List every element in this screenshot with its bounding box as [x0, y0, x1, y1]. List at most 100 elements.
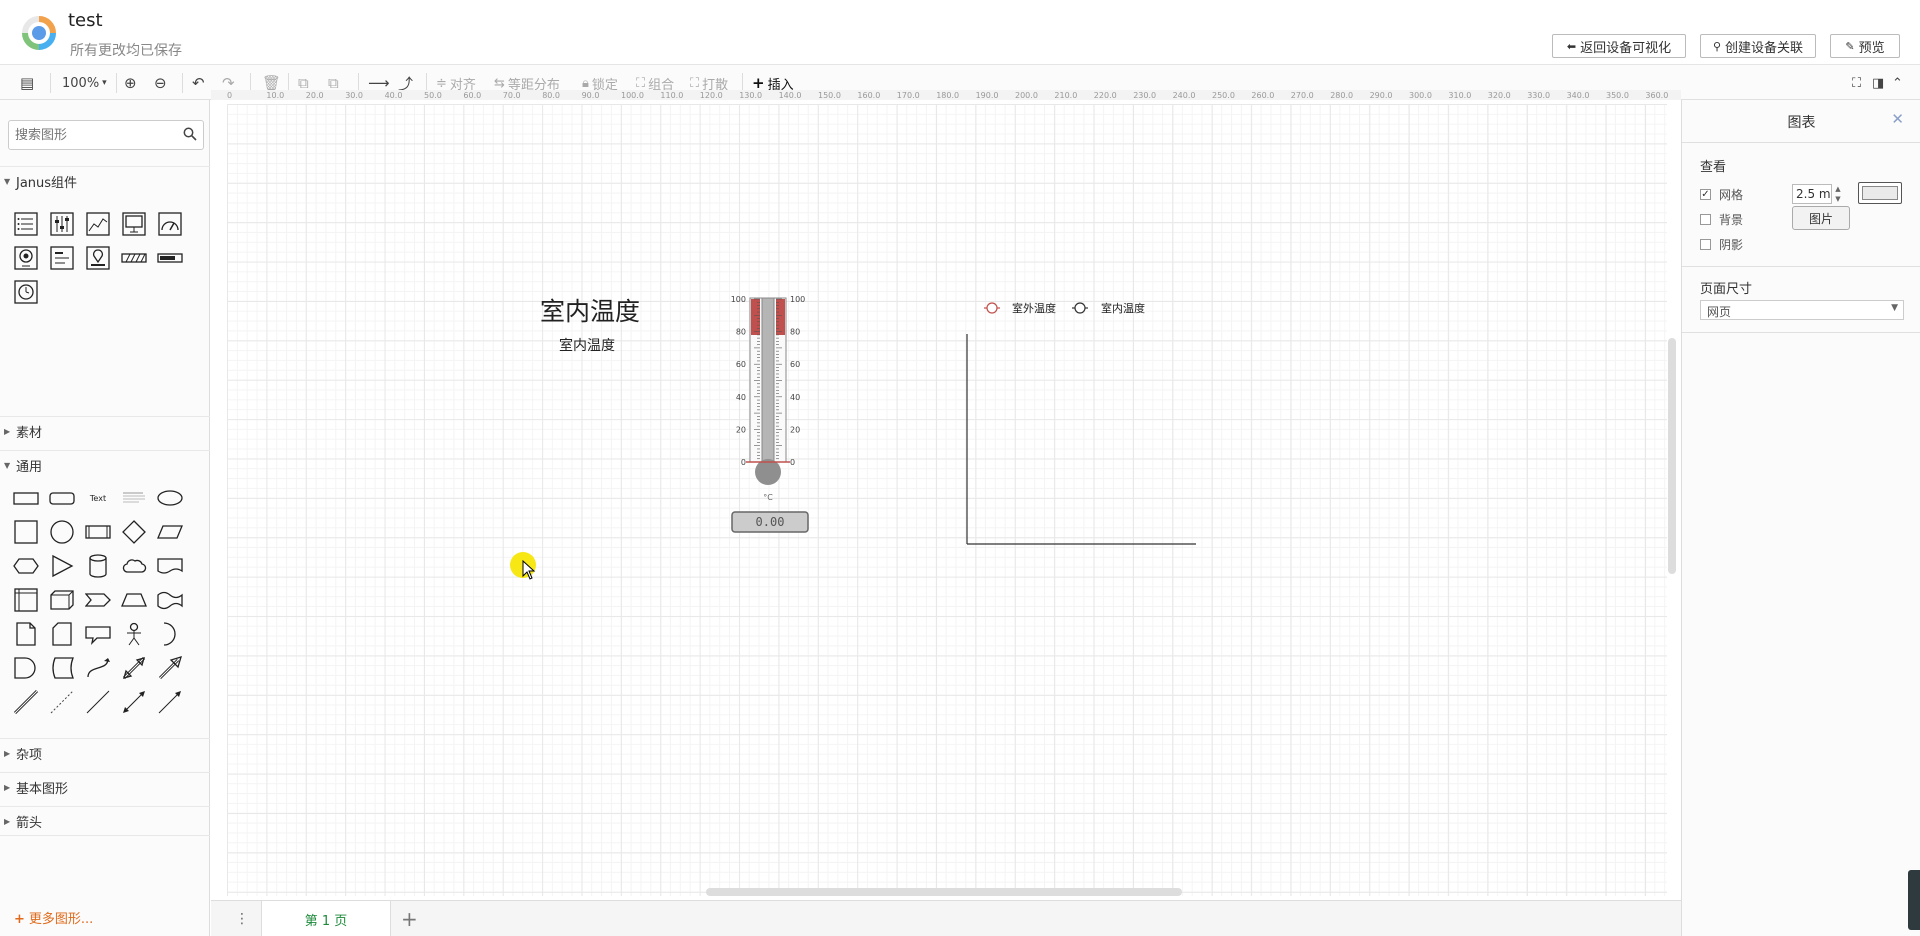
- shadow-checkbox[interactable]: 阴影: [1700, 236, 1743, 253]
- textbox-shape[interactable]: [120, 484, 148, 512]
- ruler-label: 220.0: [1093, 91, 1117, 100]
- note-shape[interactable]: [12, 620, 40, 648]
- camera-icon[interactable]: [12, 244, 40, 272]
- pages-menu-icon[interactable]: ⋮: [235, 911, 249, 927]
- bidirectional-connector-shape[interactable]: [120, 688, 148, 716]
- back-to-visualization-button[interactable]: ⬅ 返回设备可视化: [1552, 34, 1686, 58]
- cloud-shape[interactable]: [120, 552, 148, 580]
- search-icon[interactable]: [183, 127, 197, 141]
- actor-shape[interactable]: [120, 620, 148, 648]
- section-janus-components[interactable]: ▼ Janus组件: [0, 166, 210, 196]
- toggle-format-panel-button[interactable]: ◨: [1872, 73, 1884, 93]
- callout-shape[interactable]: [84, 620, 112, 648]
- or-shape[interactable]: [156, 620, 184, 648]
- parallelogram-shape[interactable]: [156, 518, 184, 546]
- section-misc[interactable]: ▶ 杂项: [0, 738, 210, 768]
- progress-bar-icon-glyph: [157, 253, 183, 263]
- gauge-icon[interactable]: [156, 210, 184, 238]
- trapezoid-shape[interactable]: [120, 586, 148, 614]
- list-icon[interactable]: [12, 210, 40, 238]
- cylinder-shape[interactable]: [84, 552, 112, 580]
- progress-bar-icon[interactable]: [156, 244, 184, 272]
- text-shape[interactable]: Text: [84, 484, 112, 512]
- bidirectional-arrow-shape[interactable]: [120, 654, 148, 682]
- triangle-shape[interactable]: [48, 552, 76, 580]
- background-checkbox[interactable]: 背景: [1700, 211, 1743, 228]
- grid-size-stepper[interactable]: ▲ ▼: [1832, 184, 1844, 204]
- directional-connector-shape[interactable]: [156, 688, 184, 716]
- undo-button[interactable]: ↶: [192, 73, 205, 93]
- rectangle-shape[interactable]: [12, 484, 40, 512]
- document-title[interactable]: test: [68, 10, 103, 31]
- thermometer-widget[interactable]: °C 0.00 100 100 80 80 60 60 40 40 20 20 0 0: [722, 290, 814, 536]
- zoom-level[interactable]: 100% ▾: [62, 73, 107, 93]
- rectangle-shape-glyph: [13, 492, 39, 505]
- line-chart-icon[interactable]: [84, 210, 112, 238]
- delay-shape[interactable]: [12, 654, 40, 682]
- ruler-label: 260.0: [1251, 91, 1275, 100]
- hexagon-shape[interactable]: [12, 552, 40, 580]
- line-chart-widget[interactable]: 室外温度 室内温度: [960, 292, 1210, 548]
- format-panel-toggle[interactable]: ▤: [20, 73, 34, 93]
- grid-checkbox[interactable]: ✓ 网格: [1700, 186, 1743, 203]
- thermometer-scale-label-left: 20: [736, 425, 746, 434]
- widget-subtitle[interactable]: 室内温度: [559, 335, 615, 355]
- line-shape[interactable]: [84, 688, 112, 716]
- section-material[interactable]: ▶ 素材: [0, 416, 210, 446]
- collapse-button[interactable]: ⌃: [1892, 73, 1903, 93]
- add-page-icon[interactable]: +: [401, 907, 418, 931]
- fullscreen-button[interactable]: ⛶: [1852, 73, 1861, 93]
- rounded-rectangle-shape[interactable]: [48, 484, 76, 512]
- thermometer-scale-label-left: 0: [741, 458, 746, 467]
- horizontal-scrollbar[interactable]: [706, 888, 1182, 896]
- circle-shape[interactable]: [48, 518, 76, 546]
- data-storage-shape[interactable]: [48, 654, 76, 682]
- grid-color-button[interactable]: [1858, 182, 1902, 204]
- more-shapes-link[interactable]: + 更多图形...: [14, 908, 93, 927]
- cube-shape[interactable]: [48, 586, 76, 614]
- monitor-icon[interactable]: [120, 210, 148, 238]
- dashed-line-shape[interactable]: [48, 688, 76, 716]
- diamond-shape[interactable]: [120, 518, 148, 546]
- vertical-scrollbar[interactable]: [1668, 338, 1676, 574]
- zoom-in-button[interactable]: ⊕: [124, 73, 137, 93]
- arrow-shape-glyph: [158, 656, 182, 680]
- clock-icon[interactable]: [12, 278, 40, 306]
- section-arrows[interactable]: ▶ 箭头: [0, 806, 210, 836]
- section-general[interactable]: ▼ 通用: [0, 450, 210, 480]
- thermometer-red-band-right: [776, 299, 785, 335]
- page-tab-1[interactable]: 第 1 页: [261, 901, 391, 936]
- create-device-link-button[interactable]: ⚲ 创建设备关联: [1700, 34, 1816, 58]
- background-image-button[interactable]: 图片: [1792, 206, 1850, 230]
- background-label: 背景: [1719, 213, 1744, 227]
- square-shape[interactable]: [12, 518, 40, 546]
- arrow-shape[interactable]: [156, 654, 184, 682]
- widget-title[interactable]: 室内温度: [540, 292, 640, 328]
- card-shape[interactable]: [48, 620, 76, 648]
- internal-storage-shape[interactable]: [12, 586, 40, 614]
- ellipse-shape[interactable]: [156, 484, 184, 512]
- curve-shape[interactable]: [84, 654, 112, 682]
- shape-search-input[interactable]: [15, 121, 175, 149]
- close-icon[interactable]: ✕: [1891, 110, 1904, 128]
- sliders-icon[interactable]: [48, 210, 76, 238]
- text-block-icon[interactable]: [48, 244, 76, 272]
- tape-shape[interactable]: [156, 586, 184, 614]
- preview-button[interactable]: ✎ 预览: [1830, 34, 1900, 58]
- zoom-out-button[interactable]: ⊖: [154, 73, 167, 93]
- shape-search: [8, 120, 204, 150]
- collapsed-triangle-icon: ▶: [4, 783, 11, 792]
- progress-stripes-icon[interactable]: [120, 244, 148, 272]
- resize-handle[interactable]: [1908, 870, 1920, 930]
- page-size-select[interactable]: 网页 ▼: [1700, 300, 1904, 320]
- link-shape[interactable]: [12, 688, 40, 716]
- document-shape[interactable]: [156, 552, 184, 580]
- canvas-grid[interactable]: [227, 104, 1667, 896]
- expanded-triangle-icon: ▼: [4, 461, 11, 470]
- section-basic-shapes[interactable]: ▶ 基本图形: [0, 772, 210, 802]
- process-shape[interactable]: [84, 518, 112, 546]
- step-shape[interactable]: [84, 586, 112, 614]
- grid-size-input[interactable]: 2.5 mm: [1792, 184, 1832, 204]
- cloud-shape-glyph: [122, 559, 147, 573]
- map-pin-icon[interactable]: [84, 244, 112, 272]
